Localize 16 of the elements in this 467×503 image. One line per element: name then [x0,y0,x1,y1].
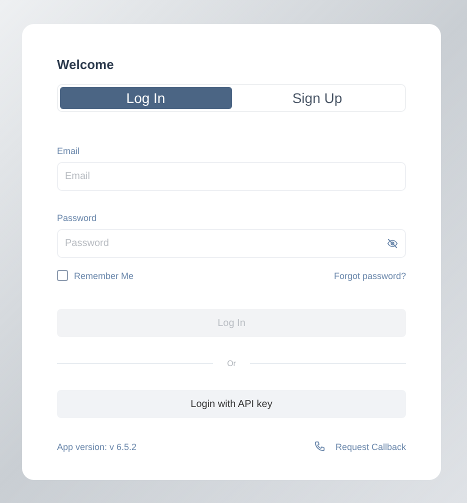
tab[interactable]: Log In [60,87,232,109]
password-field[interactable]: Password [57,229,406,258]
app-version: App version: v 6.5.2 [57,442,137,452]
remember-checkbox[interactable] [57,270,68,281]
eye-slash-icon[interactable] [387,238,398,249]
divider-text: Or [227,359,236,368]
remember-label: Remember Me [74,270,134,280]
field-label: Password [57,213,98,223]
forgot-password-link[interactable]: Forgot password? [334,270,406,280]
request-callback-link[interactable]: Request Callback [335,442,406,452]
phone-icon [314,441,326,452]
api-key-button[interactable]: Login with API key [57,390,406,418]
welcome-title: Welcome [57,57,115,72]
email-field[interactable]: Email [57,162,406,191]
tab[interactable]: Sign Up [232,87,403,109]
field-label: Email [57,146,81,156]
